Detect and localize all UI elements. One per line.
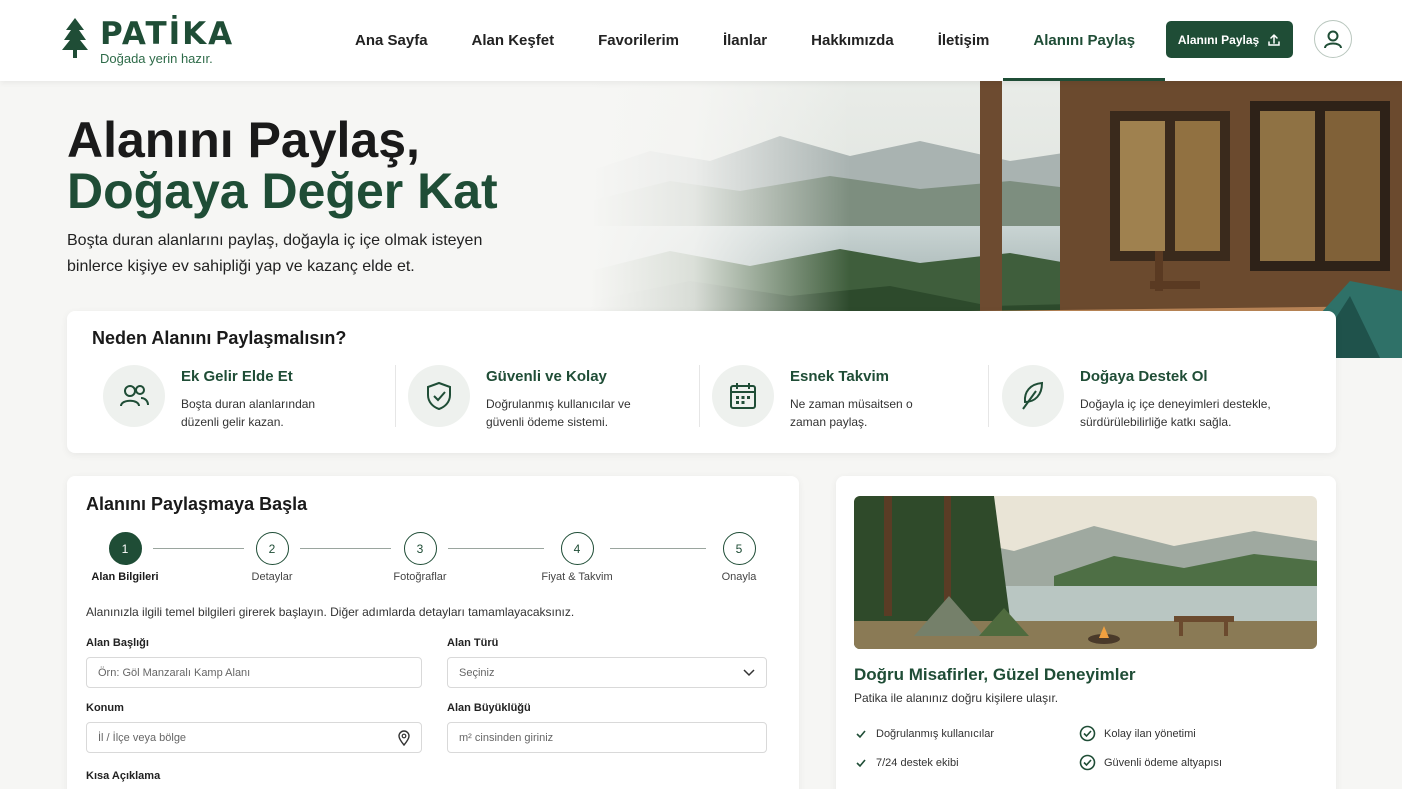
step-connector: [448, 548, 544, 549]
upload-icon: [1268, 33, 1280, 46]
type-select[interactable]: Seçiniz: [447, 657, 767, 688]
share-space-button[interactable]: Alanını Paylaş: [1166, 21, 1293, 58]
feature-support-team: 7/24 destek ekibi: [854, 756, 959, 770]
benefit-title: Doğaya Destek Ol: [1080, 368, 1208, 385]
pine-tree-icon: [62, 18, 88, 58]
divider: [395, 365, 396, 427]
share-button-label: Alanını Paylaş: [1177, 32, 1260, 47]
title-input[interactable]: Örn: Göl Manzaralı Kamp Alanı: [86, 657, 422, 688]
type-field-label: Alan Türü: [447, 637, 499, 649]
location-placeholder: İl / İlçe veya bölge: [98, 731, 187, 744]
size-placeholder: m² cinsinden giriniz: [459, 731, 554, 744]
leaf-icon: [1002, 365, 1064, 427]
size-field-label: Alan Büyüklüğü: [447, 702, 531, 714]
feature-secure-payment: Güvenli ödeme altyapısı: [1079, 754, 1222, 771]
location-input[interactable]: İl / İlçe veya bölge: [86, 722, 422, 753]
benefit-title: Esnek Takvim: [790, 368, 889, 385]
hero-title-line2: Doğaya Değer Kat: [67, 163, 498, 219]
step-number: 4: [560, 532, 594, 565]
form-title: Alanını Paylaşmaya Başla: [86, 494, 308, 514]
step-number: 3: [403, 532, 437, 565]
check-icon: [856, 730, 866, 739]
nav-share-space[interactable]: Alanını Paylaş: [1003, 0, 1165, 81]
benefits-card: Neden Alanını Paylaşmalısın? Ek Gelir El…: [67, 311, 1336, 453]
step-label: Detaylar: [251, 571, 293, 583]
nav-favorites[interactable]: Favorilerim: [576, 0, 701, 81]
nav-contact[interactable]: İletişim: [916, 0, 1012, 81]
feature-label: 7/24 destek ekibi: [876, 757, 959, 769]
short-desc-label: Kısa Açıklama: [86, 770, 161, 782]
divider: [988, 365, 989, 427]
benefit-text: Boşta duran alanlarından düzenli gelir k…: [181, 397, 316, 429]
calendar-icon: [712, 365, 774, 427]
step-connector: [610, 548, 706, 549]
feature-label: Kolay ilan yönetimi: [1104, 727, 1196, 740]
share-form-card: Alanını Paylaşmaya Başla 1 Alan Bilgiler…: [67, 476, 799, 789]
benefit-text: Doğrulanmış kullanıcılar ve güvenli ödem…: [486, 397, 631, 429]
nav-about[interactable]: Hakkımızda: [789, 0, 916, 81]
benefit-title: Ek Gelir Elde Et: [181, 368, 293, 385]
user-icon: [1324, 30, 1342, 49]
shield-check-icon: [408, 365, 470, 427]
step-label: Fotoğraflar: [393, 571, 447, 583]
step-5[interactable]: 5 Onayla: [708, 532, 770, 583]
title-placeholder: Örn: Göl Manzaralı Kamp Alanı: [98, 666, 251, 679]
camp-lake-image: [854, 496, 1317, 649]
benefits-title: Neden Alanını Paylaşmalısın?: [92, 328, 347, 348]
top-header: PATİKA Doğada yerin hazır. Ana Sayfa Ala…: [0, 0, 1402, 81]
side-subtitle: Patika ile alanınız doğru kişilere ulaşı…: [854, 691, 1059, 705]
hero-title-line1: Alanını Paylaş,: [67, 112, 420, 168]
side-title: Doğru Misafirler, Güzel Deneyimler: [854, 665, 1136, 684]
title-field-label: Alan Başlığı: [86, 637, 149, 649]
check-circle-icon: [1079, 754, 1096, 771]
step-label: Alan Bilgileri: [91, 571, 159, 583]
feature-label: Doğrulanmış kullanıcılar: [876, 728, 994, 740]
user-avatar-button[interactable]: [1314, 20, 1352, 58]
step-number: 2: [255, 532, 289, 565]
step-label: Fiyat & Takvim: [541, 571, 613, 583]
step-label: Onayla: [721, 571, 757, 583]
map-pin-icon: [398, 729, 410, 746]
step-1[interactable]: 1 Alan Bilgileri: [89, 532, 161, 583]
hero-description: Boşta duran alanlarını paylaş, doğayla i…: [67, 232, 483, 275]
nav-home[interactable]: Ana Sayfa: [333, 0, 450, 81]
step-connector: [300, 548, 391, 549]
brand-name: PATİKA: [100, 16, 235, 52]
form-description: Alanınızla ilgili temel bilgileri girere…: [86, 605, 575, 619]
brand-tagline: Doğada yerin hazır.: [100, 51, 213, 66]
check-icon: [856, 759, 866, 768]
divider: [699, 365, 700, 427]
main-nav: Ana Sayfa Alan Keşfet Favorilerim İlanla…: [333, 0, 1165, 81]
check-circle-icon: [1079, 725, 1096, 742]
benefit-text: Doğayla iç içe deneyimleri destekle, sür…: [1080, 397, 1271, 429]
location-field-label: Konum: [86, 702, 124, 714]
chevron-down-icon: [743, 668, 755, 676]
guests-info-card: Doğru Misafirler, Güzel Deneyimler Patik…: [836, 476, 1336, 789]
type-select-value: Seçiniz: [459, 666, 495, 679]
step-number: 1: [108, 532, 142, 565]
users-icon: [103, 365, 165, 427]
benefit-text: Ne zaman müsaitsen o zaman paylaş.: [790, 397, 913, 429]
feature-label: Güvenli ödeme altyapısı: [1104, 756, 1223, 769]
step-4[interactable]: 4 Fiyat & Takvim: [533, 532, 621, 583]
size-input[interactable]: m² cinsinden giriniz: [447, 722, 767, 753]
feature-easy-management: Kolay ilan yönetimi: [1079, 725, 1196, 742]
feature-verified-users: Doğrulanmış kullanıcılar: [854, 727, 994, 741]
step-3[interactable]: 3 Fotoğraflar: [381, 532, 459, 583]
brand-logo[interactable]: PATİKA Doğada yerin hazır.: [62, 18, 234, 66]
step-2[interactable]: 2 Detaylar: [235, 532, 309, 583]
step-number: 5: [722, 532, 756, 565]
step-connector: [153, 548, 244, 549]
nav-explore[interactable]: Alan Keşfet: [450, 0, 577, 81]
benefit-title: Güvenli ve Kolay: [486, 368, 607, 385]
nav-listings[interactable]: İlanlar: [701, 0, 789, 81]
